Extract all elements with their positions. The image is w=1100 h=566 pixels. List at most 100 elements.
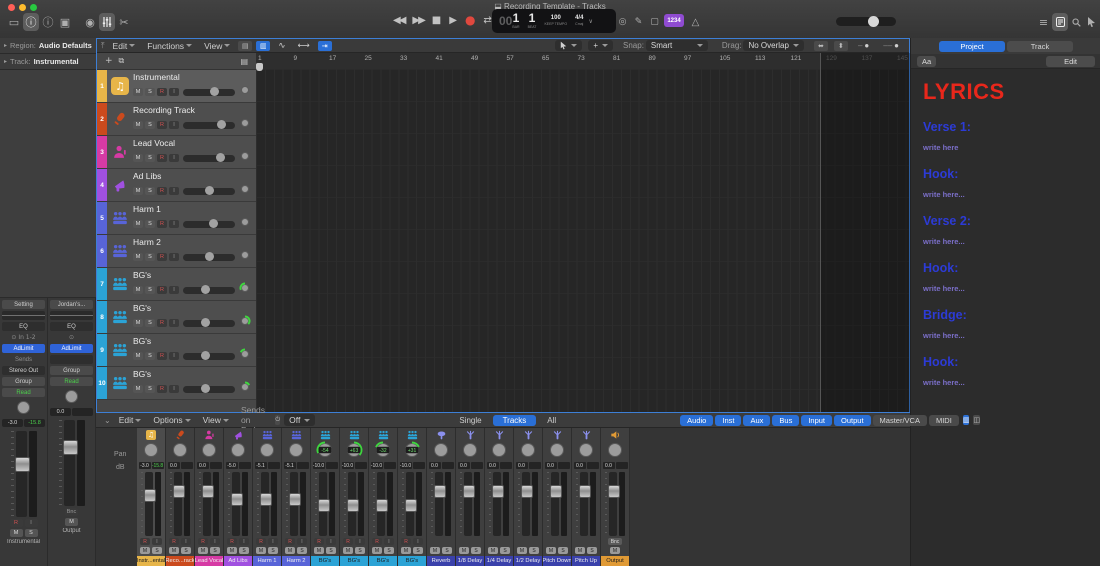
solo-button[interactable]: S — [145, 253, 155, 261]
mute-button[interactable]: M — [575, 547, 585, 554]
db-value[interactable]: -10.0 — [342, 462, 354, 469]
region-view-toggle-icon[interactable]: ▥ — [256, 41, 270, 51]
secondary-tool-menu[interactable]: + — [588, 40, 613, 51]
input-monitor-button[interactable]: I — [413, 538, 423, 545]
channel-name[interactable]: Reverb — [427, 556, 455, 566]
channel-name[interactable]: Ad Libs — [224, 556, 252, 566]
mute-button[interactable]: M — [169, 547, 179, 554]
mixer-channel-strip[interactable]: 0.0BncMOutput — [601, 428, 630, 566]
fader-track[interactable] — [580, 472, 588, 536]
channel-name[interactable]: Harm 1 — [253, 556, 281, 566]
track-volume-slider[interactable] — [183, 155, 235, 162]
search-icon[interactable] — [1069, 13, 1084, 31]
track-name[interactable]: BG's — [133, 336, 256, 346]
audio-fx-plugin[interactable]: AdLimit — [2, 344, 45, 353]
channel-fader[interactable] — [373, 472, 393, 536]
track-pan-knob[interactable] — [239, 83, 251, 101]
channel-name[interactable]: Instr...ental — [137, 556, 165, 566]
channel-name[interactable]: BG's — [340, 556, 368, 566]
channel-pan-knob[interactable] — [519, 441, 537, 461]
track-header-row[interactable]: 3Lead VocalMSRI — [97, 136, 256, 169]
master-volume-slider[interactable] — [836, 17, 896, 26]
solo-button[interactable]: S — [442, 547, 452, 554]
mute-button[interactable]: M — [285, 547, 295, 554]
pointer-tool-menu[interactable] — [555, 40, 582, 51]
arrange-menu-edit[interactable]: Edit — [109, 41, 140, 51]
solo-button[interactable]: S — [355, 547, 365, 554]
cycle-button[interactable]: ⇄ — [483, 15, 491, 26]
channel-name[interactable]: BG's — [311, 556, 339, 566]
track-header-row[interactable]: 10BG'sMSRI — [97, 367, 256, 400]
channel-pan-knob[interactable] — [432, 441, 450, 461]
track-pan-knob[interactable] — [239, 248, 251, 266]
view-button-tracks[interactable]: Tracks — [493, 415, 537, 426]
record-enable-button[interactable]: R — [227, 538, 237, 545]
channel-fader[interactable] — [315, 472, 335, 536]
channel-fader[interactable] — [460, 472, 480, 536]
record-enable-button[interactable]: R — [157, 385, 167, 393]
tuner-icon[interactable]: ◎ — [615, 13, 630, 31]
track-pan-knob[interactable] — [239, 182, 251, 200]
channel-name[interactable]: 1/8 Delay — [456, 556, 484, 566]
fader-cap[interactable] — [144, 489, 156, 502]
fader-track[interactable] — [348, 472, 356, 536]
channel-fader[interactable] — [344, 472, 364, 536]
db-value[interactable]: 0.0 — [458, 462, 470, 469]
track-volume-slider[interactable] — [183, 188, 235, 195]
solo-button[interactable]: S — [152, 547, 162, 554]
playhead[interactable] — [256, 63, 263, 71]
mute-button[interactable]: M — [314, 547, 324, 554]
record-enable-button[interactable]: R — [157, 286, 167, 294]
track-pan-knob[interactable] — [239, 116, 251, 134]
input-monitor-button[interactable]: I — [169, 253, 179, 261]
fader-track[interactable] — [464, 472, 472, 536]
fader-cap[interactable] — [434, 485, 446, 498]
solo-button[interactable]: S — [145, 154, 155, 162]
mixer-channel-strip[interactable]: -32-10.0RIMSBG's — [369, 428, 398, 566]
mixer-menu-options[interactable]: Options — [149, 415, 194, 425]
channel-fader[interactable] — [199, 472, 219, 536]
bounce-button[interactable]: Bnc — [608, 538, 623, 545]
solo-button[interactable]: S — [210, 547, 220, 554]
track-name[interactable]: Harm 1 — [133, 204, 256, 214]
catch-playhead-icon[interactable]: ⇥ — [318, 41, 332, 51]
fader-cap[interactable] — [492, 485, 504, 498]
mute-button[interactable]: M — [372, 547, 382, 554]
record-enable-button[interactable]: R — [285, 538, 295, 545]
mute-solo-button[interactable]: S — [25, 529, 38, 537]
input-monitor-button[interactable]: I — [169, 286, 179, 294]
record-enable-button[interactable]: R — [157, 352, 167, 360]
fader-track[interactable] — [319, 472, 327, 536]
track-header-row[interactable]: 1♫InstrumentalMSRI — [97, 70, 256, 103]
lcd-chevron-icon[interactable]: ∨ — [588, 18, 592, 25]
waveform-zoom-icon[interactable]: ⬌ — [814, 41, 828, 51]
channel-pan-knob[interactable] — [606, 441, 624, 461]
track-volume-slider[interactable] — [183, 386, 235, 393]
volume-thumb[interactable] — [217, 120, 226, 129]
channel-pan-knob[interactable] — [461, 441, 479, 461]
input-monitor-button[interactable]: I — [355, 538, 365, 545]
mute-button[interactable]: M — [133, 352, 143, 360]
master-volume-thumb[interactable] — [868, 16, 879, 27]
track-pan-knob[interactable] — [239, 149, 251, 167]
solo-button[interactable]: S — [239, 547, 249, 554]
input-monitor-button[interactable]: I — [169, 88, 179, 96]
channel-name[interactable]: Reco...rack — [166, 556, 194, 566]
notepad-edit-button[interactable]: Edit — [1046, 56, 1095, 67]
db-value[interactable]: -5.0 — [226, 462, 238, 469]
hide-mixer-icon[interactable]: ⌄ — [104, 416, 111, 425]
fader-track[interactable] — [64, 420, 75, 506]
output-routing[interactable] — [50, 355, 93, 364]
record-enable-button[interactable]: R — [401, 538, 411, 545]
bounce-button[interactable]: Bnc — [65, 508, 78, 516]
input-monitor-button[interactable]: I — [297, 538, 307, 545]
power-icon[interactable]: ⏻ — [275, 415, 280, 425]
arrange-menu-view[interactable]: View — [200, 41, 234, 51]
fader-track[interactable] — [203, 472, 211, 536]
bar-ruler[interactable]: 1917253341495765738189971051131211291371… — [256, 53, 909, 70]
track-volume-slider[interactable] — [183, 122, 235, 129]
db-value[interactable]: 0.0 — [603, 462, 615, 469]
editors-icon[interactable]: ✂ — [116, 13, 132, 31]
track-inspector-header[interactable]: ▸ Track:Instrumental — [0, 54, 96, 70]
solo-button[interactable]: S — [384, 547, 394, 554]
